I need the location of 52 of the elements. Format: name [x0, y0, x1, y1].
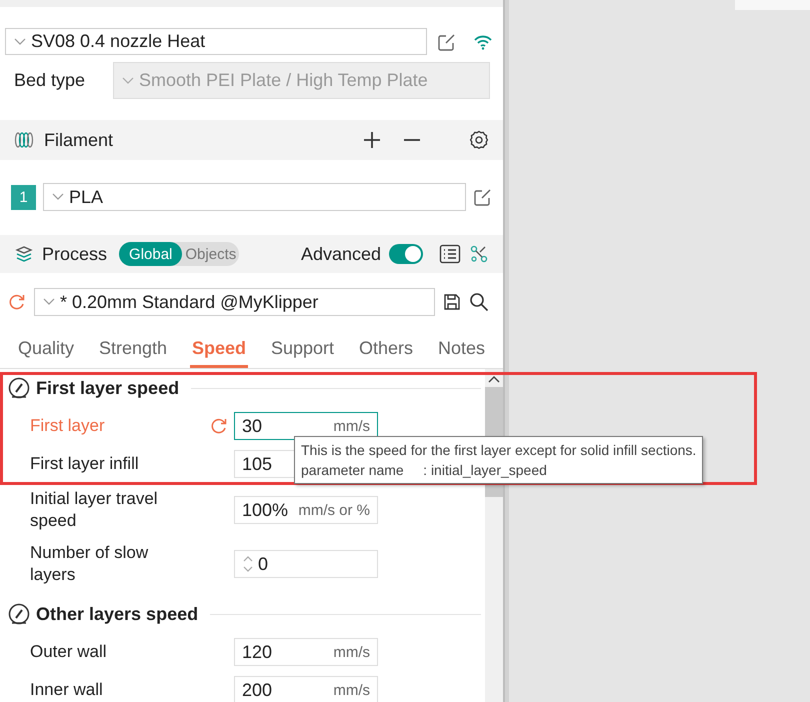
filament-dropdown[interactable]: PLA: [43, 183, 466, 211]
caret-icon: [52, 193, 64, 201]
setting-label: Inner wall: [30, 679, 104, 701]
setting-label: Outer wall: [30, 641, 108, 663]
plus-icon[interactable]: [363, 131, 381, 149]
printer-dropdown[interactable]: SV08 0.4 nozzle Heat: [5, 28, 427, 55]
save-icon[interactable]: [443, 293, 461, 311]
caret-icon: [122, 76, 134, 84]
section-title: Other layers speed: [36, 604, 198, 624]
list-icon[interactable]: [439, 243, 461, 265]
gauge-icon: [8, 603, 30, 625]
value-field[interactable]: 100% mm/s or %: [234, 496, 378, 524]
settings-tab[interactable]: Support: [268, 334, 336, 368]
advanced-label: Advanced: [300, 244, 381, 264]
advanced-switch[interactable]: [389, 244, 423, 264]
process-preset-dropdown[interactable]: * 0.20mm Standard @MyKlipper: [34, 288, 435, 316]
edit-icon[interactable]: [473, 187, 493, 207]
caret-icon: [43, 298, 55, 306]
edit-icon[interactable]: [437, 32, 457, 52]
scope-option[interactable]: Global: [119, 242, 182, 266]
setting-label: First layer infill: [30, 453, 140, 475]
filament-title: Filament: [44, 130, 114, 150]
reset-icon[interactable]: [8, 293, 26, 311]
value-field[interactable]: 120 mm/s: [234, 638, 378, 666]
scope-option[interactable]: Objects: [182, 242, 240, 266]
settings-tab[interactable]: Speed: [190, 334, 248, 368]
tooltip-text: parameter name : initial_layer_speed: [301, 461, 548, 480]
setting-label: Initial layer travel speed: [30, 488, 159, 532]
wifi-icon[interactable]: [473, 34, 493, 50]
bed-type-label: Bed type: [14, 70, 86, 91]
filament-slot-badge[interactable]: 1: [11, 184, 36, 210]
settings-icon[interactable]: [469, 130, 489, 150]
tooltip-text: This is the speed for the first layer except for solid infill sections.: [301, 441, 696, 460]
value-field[interactable]: 0: [234, 550, 378, 578]
settings-tab[interactable]: Notes: [436, 334, 487, 368]
process-title: Process: [42, 244, 108, 264]
reset-icon[interactable]: [210, 417, 228, 435]
scroll-up-icon[interactable]: [488, 375, 500, 383]
setting-label: Number of slow layers: [30, 542, 150, 586]
setting-label: First layer: [30, 415, 106, 437]
caret-icon: [14, 38, 26, 46]
gauge-icon: [8, 377, 30, 399]
settings-tab[interactable]: Strength: [96, 334, 170, 368]
value-field[interactable]: 200 mm/s: [234, 676, 378, 702]
search-icon[interactable]: [469, 292, 489, 312]
settings-tab[interactable]: Quality: [16, 334, 76, 368]
nodes-icon[interactable]: [469, 244, 489, 264]
minus-icon[interactable]: [403, 138, 421, 142]
settings-tab[interactable]: Others: [356, 334, 415, 368]
section-title: First layer speed: [36, 378, 180, 398]
layers-icon: [14, 244, 34, 264]
filament-spool-icon: [14, 130, 34, 150]
